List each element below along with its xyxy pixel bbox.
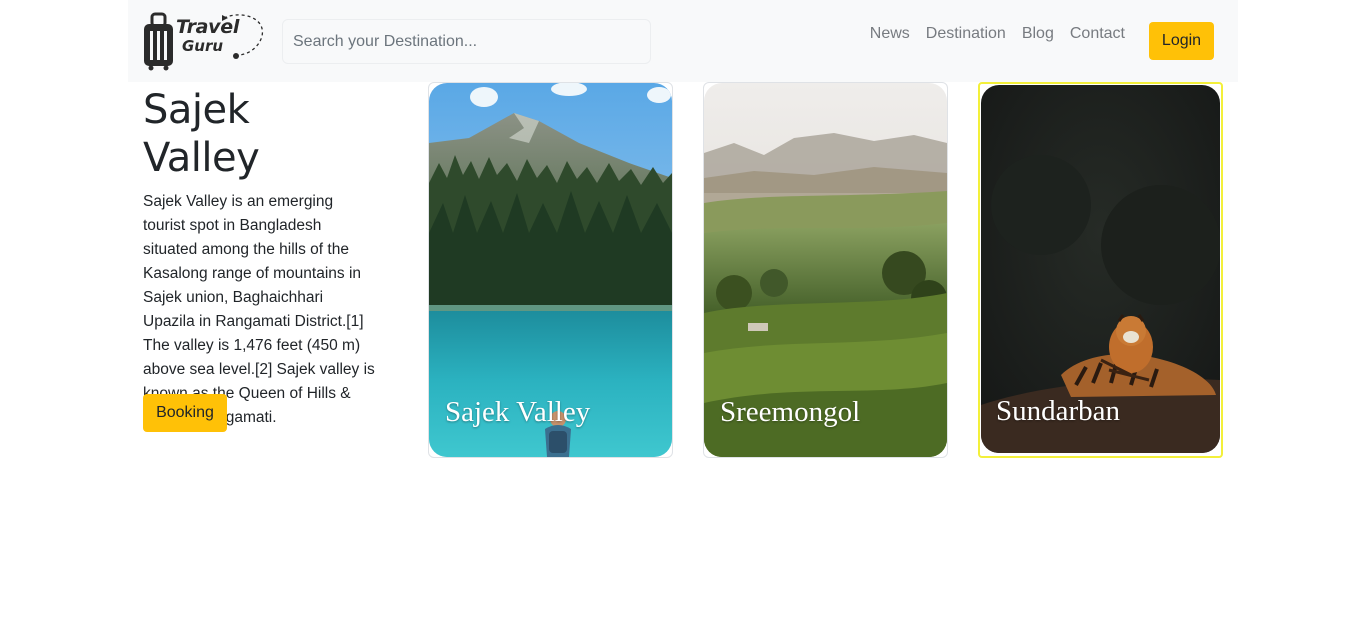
booking-button[interactable]: Booking — [143, 394, 227, 432]
nav-link-destination[interactable]: Destination — [918, 25, 1014, 43]
navbar: Travel Guru News Destination Blog Contac… — [128, 0, 1238, 82]
nav-link-blog[interactable]: Blog — [1014, 25, 1062, 43]
nav-link-contact[interactable]: Contact — [1062, 25, 1133, 43]
login-button[interactable]: Login — [1149, 22, 1214, 60]
search-input[interactable] — [282, 19, 651, 64]
nav-link-news[interactable]: News — [862, 25, 918, 43]
brand-line2: Guru — [182, 37, 224, 55]
destination-title: Sajek Valley — [143, 87, 260, 181]
nav-links: News Destination Blog Contact — [862, 25, 1133, 43]
brand-line1: Travel — [176, 16, 240, 38]
card-title-sajek: Sajek Valley — [445, 396, 591, 428]
destination-card-sundarban[interactable]: Sundarban — [978, 82, 1223, 458]
card-title-sundarban: Sundarban — [996, 395, 1121, 427]
destination-card-sreemongol[interactable]: Sreemongol — [703, 82, 948, 458]
card-title-sreemongol: Sreemongol — [720, 396, 861, 428]
brand-text: Travel Guru — [176, 18, 239, 54]
destination-info: Sajek Valley Sajek Valley is an emerging… — [143, 86, 375, 432]
destination-card-sajek[interactable]: Sajek Valley — [428, 82, 673, 458]
brand-logo[interactable]: Travel Guru — [142, 10, 266, 72]
